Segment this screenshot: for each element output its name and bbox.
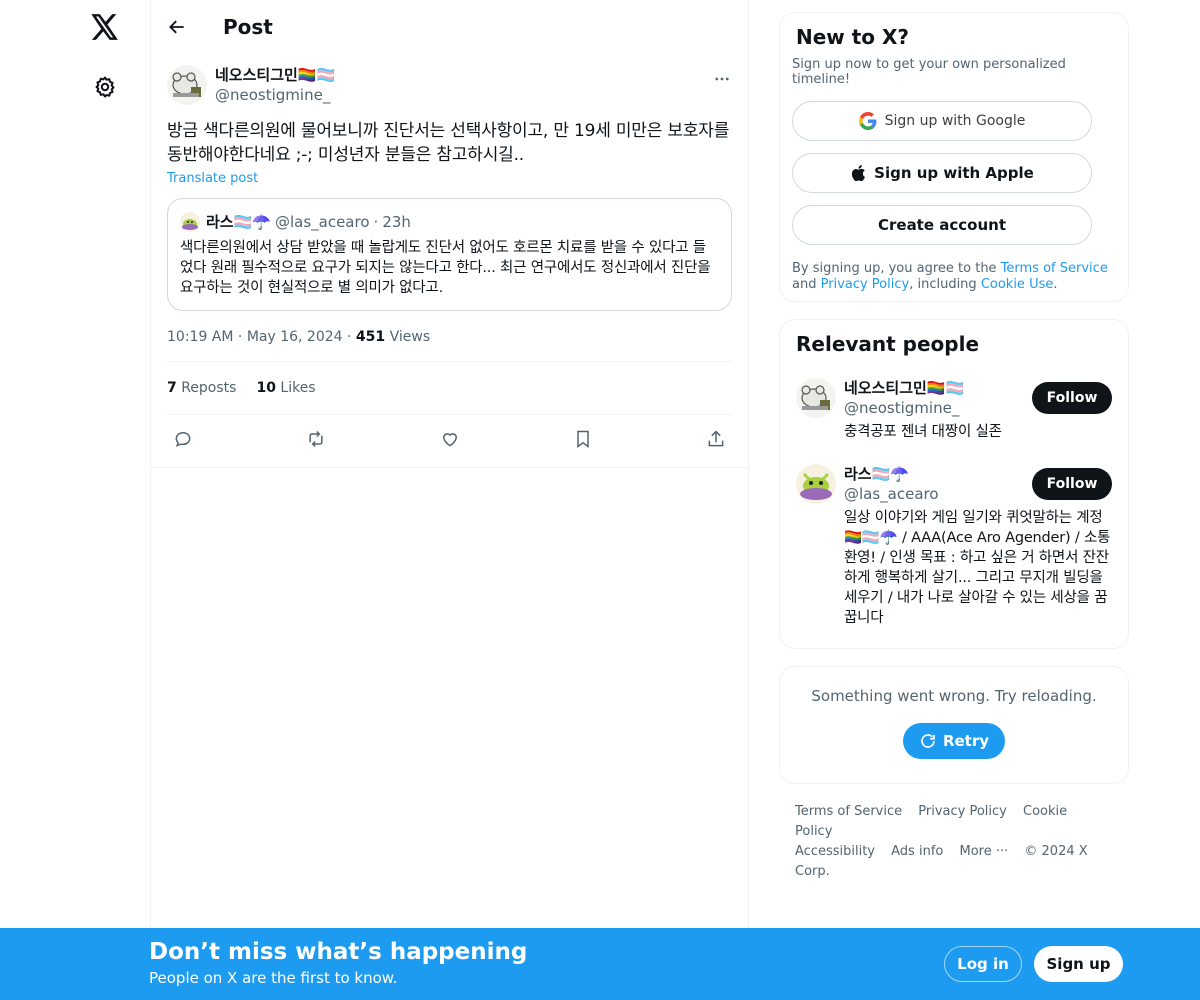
signup-apple-label: Sign up with Apple (874, 164, 1034, 182)
x-logo-icon[interactable] (88, 10, 122, 44)
reposts-count: 7 (167, 380, 177, 396)
banner-subtitle: People on X are the first to know. (149, 969, 398, 987)
person-item[interactable]: 라스🏳️‍⚧️☂️ @las_acearo 일상 이야기와 게임 일기와 퀴엇말… (796, 464, 1112, 628)
banner-title: Don’t miss what’s happening (149, 939, 528, 965)
privacy-link[interactable]: Privacy Policy (821, 277, 910, 292)
login-banner: Don’t miss what’s happening People on X … (0, 928, 1200, 1000)
signup-google-label: Sign up with Google (884, 113, 1026, 129)
share-icon[interactable] (706, 429, 726, 449)
back-arrow-icon[interactable] (167, 17, 187, 37)
divider (151, 467, 750, 468)
page-title: Post (223, 14, 273, 39)
post-header: Post (151, 0, 748, 53)
reply-icon[interactable] (173, 429, 193, 449)
separator-dot: · (347, 329, 356, 345)
signup-legal-text: By signing up, you agree to the Terms of… (792, 261, 1112, 293)
person-item[interactable]: 네오스티그민🏳️‍🌈🏳️‍⚧️ @neostigmine_ 충격공포 젠녀 대짱… (796, 378, 1112, 442)
quoted-author-name: 라스🏳️‍⚧️☂️ (206, 213, 271, 231)
follow-button[interactable]: Follow (1032, 468, 1112, 500)
author-avatar[interactable] (167, 65, 207, 105)
legal-and: and (792, 277, 821, 292)
person-avatar[interactable] (796, 378, 836, 418)
terms-link[interactable]: Terms of Service (1001, 261, 1108, 276)
footer-link-privacy[interactable]: Privacy Policy (918, 804, 1007, 819)
follow-button[interactable]: Follow (1032, 382, 1112, 414)
post-meta: 10:19 AM · May 16, 2024 · 451 Views (167, 329, 732, 362)
footer-link-more[interactable]: More ··· (959, 844, 1008, 859)
post-stats: 7 Reposts 10 Likes (167, 362, 732, 415)
legal-end: . (1053, 277, 1058, 292)
google-icon (858, 112, 877, 130)
login-button[interactable]: Log in (944, 946, 1022, 982)
quoted-post-header: 라스🏳️‍⚧️☂️ @las_acearo · 23h (180, 211, 719, 232)
signup-apple-button[interactable]: Sign up with Apple (792, 153, 1092, 193)
footer-link-ads-info[interactable]: Ads info (891, 844, 943, 859)
footer-link-terms[interactable]: Terms of Service (795, 804, 902, 819)
signup-subtitle: Sign up now to get your own personalized… (792, 57, 1066, 87)
person-avatar[interactable] (796, 464, 836, 504)
signup-title: New to X? (796, 25, 910, 49)
relevant-people-title: Relevant people (796, 332, 980, 356)
main-column: Post 네오스티그민🏳️‍🌈🏳️‍⚧️ @neostigmine_ 방금 색다… (150, 0, 750, 1000)
separator-dot: · (237, 329, 247, 345)
person-bio: 충격공포 젠녀 대짱이 실존 (844, 424, 1002, 440)
post: 네오스티그민🏳️‍🌈🏳️‍⚧️ @neostigmine_ 방금 색다른의원에 … (151, 53, 748, 463)
repost-icon[interactable] (306, 429, 326, 449)
cookie-use-link[interactable]: Cookie Use (981, 277, 1054, 292)
trends-error-card: Something went wrong. Try reloading. Ret… (779, 666, 1129, 784)
quoted-post[interactable]: 라스🏳️‍⚧️☂️ @las_acearo · 23h 색다른의원에서 상담 받… (167, 198, 732, 311)
apple-icon (850, 164, 866, 182)
separator-dot: · (373, 212, 379, 231)
likes-count: 10 (256, 380, 276, 396)
signup-google-button[interactable]: Sign up with Google (792, 101, 1092, 141)
reposts-label: Reposts (181, 380, 237, 396)
post-actions (167, 415, 732, 463)
footer-links: Terms of Service Privacy Policy Cookie P… (779, 802, 1109, 882)
quoted-post-time: 23h (382, 212, 411, 231)
post-timestamp[interactable]: 10:19 AM (167, 329, 233, 345)
translate-post-link[interactable]: Translate post (167, 171, 258, 186)
bookmark-icon[interactable] (573, 429, 593, 449)
signup-button[interactable]: Sign up (1034, 946, 1123, 982)
more-options-icon[interactable] (712, 69, 732, 89)
error-message: Something went wrong. Try reloading. (811, 687, 1097, 705)
right-sidebar: New to X? Sign up now to get your own pe… (779, 12, 1129, 882)
create-account-button[interactable]: Create account (792, 205, 1092, 245)
likes-label: Likes (280, 380, 316, 396)
views-count: 451 (355, 329, 386, 345)
post-text: 방금 색다른의원에 물어보니까 진단서는 선택사항이고, 만 19세 미만은 보… (167, 121, 730, 165)
author-display-name[interactable]: 네오스티그민🏳️‍🌈🏳️‍⚧️ (215, 65, 335, 85)
footer-link-accessibility[interactable]: Accessibility (795, 844, 875, 859)
views-label: Views (389, 329, 431, 345)
quoted-author-handle: @las_acearo (274, 212, 370, 231)
reposts-stat[interactable]: 7 Reposts (167, 380, 236, 396)
settings-gear-icon[interactable] (90, 72, 120, 102)
like-heart-icon[interactable] (440, 429, 460, 449)
legal-prefix: By signing up, you agree to the (792, 261, 1001, 276)
quoted-author-avatar (180, 211, 200, 232)
post-date[interactable]: May 16, 2024 (247, 329, 343, 345)
signup-card: New to X? Sign up now to get your own pe… (779, 12, 1129, 302)
refresh-icon (919, 732, 937, 750)
author-handle[interactable]: @neostigmine_ (215, 85, 335, 105)
person-bio: 일상 이야기와 게임 일기와 퀴엇말하는 계정🏳️‍🌈🏳️‍⚧️☂️ / AAA… (844, 510, 1111, 626)
legal-including: , including (909, 277, 981, 292)
left-nav (0, 0, 150, 1000)
retry-label: Retry (942, 732, 990, 750)
retry-button[interactable]: Retry (902, 723, 1006, 759)
quoted-post-text: 색다른의원에서 상담 받았을 때 놀랍게도 진단서 없어도 호르몬 치료를 받을… (180, 240, 711, 296)
post-author-row: 네오스티그민🏳️‍🌈🏳️‍⚧️ @neostigmine_ (167, 65, 732, 105)
likes-stat[interactable]: 10 Likes (256, 380, 315, 396)
relevant-people-card: Relevant people 네오스티그민🏳️‍🌈🏳️‍⚧️ @neostig… (779, 319, 1129, 649)
